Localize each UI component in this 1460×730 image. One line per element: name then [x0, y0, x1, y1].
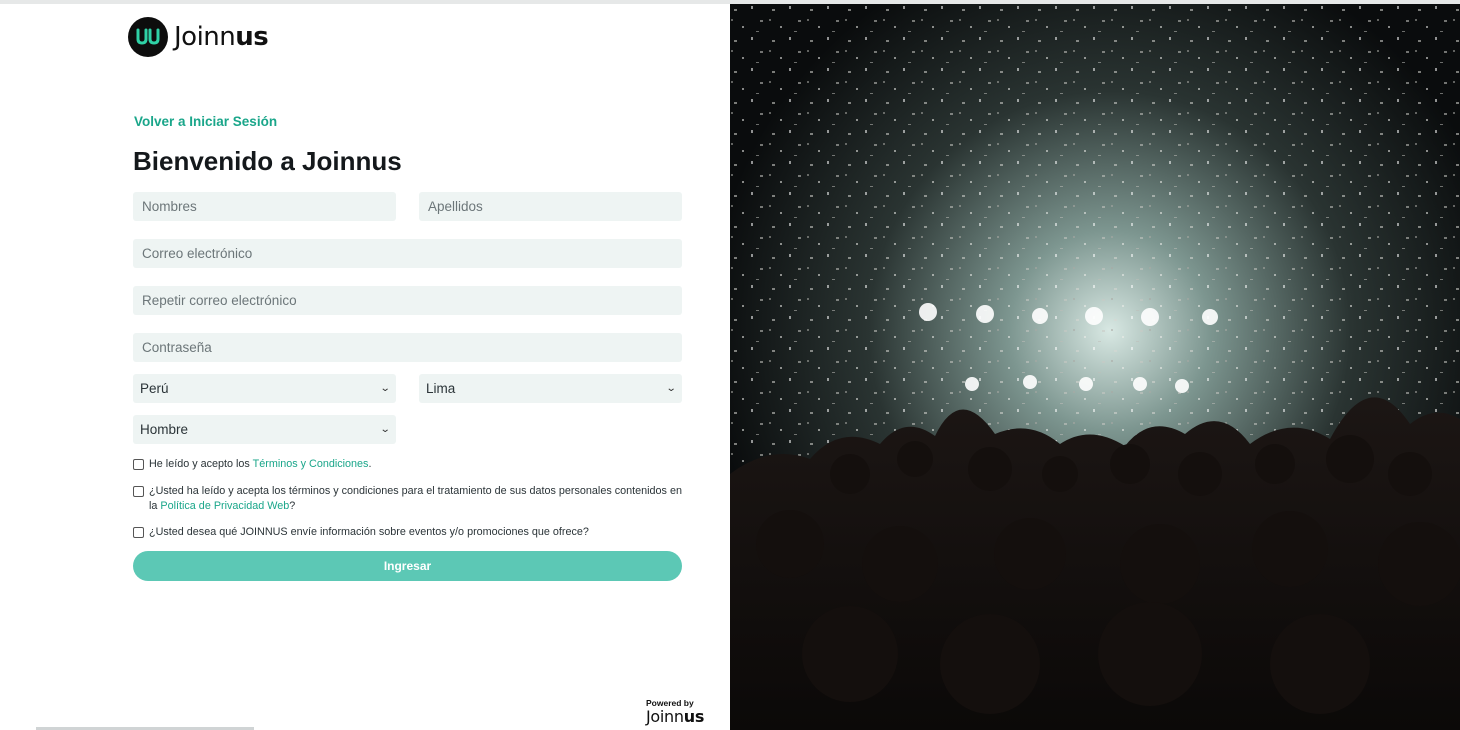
promotions-check-row: ¿Usted desea qué JOINNUS envíe informaci… — [133, 525, 688, 540]
chevron-down-icon: ⌄ — [379, 383, 391, 394]
city-select-value: Lima — [426, 381, 456, 396]
privacy-policy-link[interactable]: Política de Privacidad Web — [160, 500, 289, 512]
logo-wordmark: Joinnus — [174, 22, 269, 52]
terms-checkbox[interactable] — [133, 459, 144, 470]
terms-link[interactable]: Términos y Condiciones — [253, 458, 369, 470]
email-input[interactable] — [133, 239, 682, 268]
terms-label: He leído y acepto los Términos y Condici… — [149, 458, 372, 470]
promotions-checkbox[interactable] — [133, 527, 144, 538]
privacy-label: ¿Usted ha leído y acepta los términos y … — [149, 485, 682, 512]
first-name-input[interactable] — [133, 192, 396, 221]
joinnus-logo[interactable]: Joinnus — [128, 17, 269, 57]
country-select[interactable]: Perú ⌄ — [133, 374, 396, 403]
email-repeat-input[interactable] — [133, 286, 682, 315]
password-input[interactable] — [133, 333, 682, 362]
promotions-label: ¿Usted desea qué JOINNUS envíe informaci… — [149, 526, 589, 538]
chevron-down-icon: ⌄ — [665, 383, 677, 394]
hero-image — [730, 4, 1460, 730]
back-to-login-link[interactable]: Volver a Iniciar Sesión — [134, 114, 277, 129]
city-select[interactable]: Lima ⌄ — [419, 374, 682, 403]
page-title: Bienvenido a Joinnus — [133, 146, 402, 176]
submit-button[interactable]: Ingresar — [133, 551, 682, 581]
terms-check-row: He leído y acepto los Términos y Condici… — [133, 457, 688, 472]
signup-panel — [0, 4, 730, 730]
ju-glyph-icon — [136, 28, 160, 45]
logo-mark-icon — [128, 17, 168, 57]
last-name-input[interactable] — [419, 192, 682, 221]
gender-select-value: Hombre — [140, 422, 189, 437]
privacy-check-row: ¿Usted ha leído y acepta los términos y … — [133, 484, 688, 513]
chevron-down-icon: ⌄ — [379, 424, 391, 435]
privacy-checkbox[interactable] — [133, 486, 144, 497]
powered-by-logo: Joinnus — [646, 707, 705, 726]
concert-illustration — [730, 4, 1460, 730]
gender-select[interactable]: Hombre ⌄ — [133, 415, 396, 444]
country-select-value: Perú — [140, 381, 169, 396]
